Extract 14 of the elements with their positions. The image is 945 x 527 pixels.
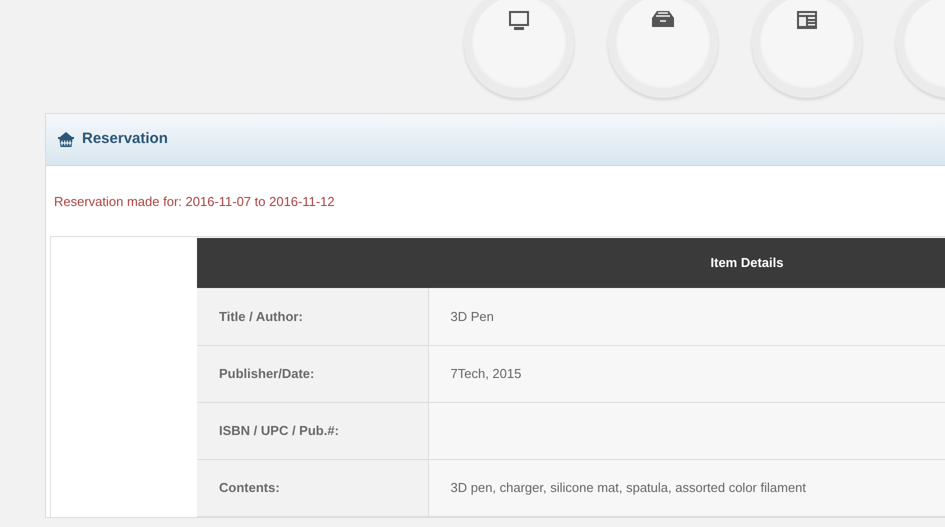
table-header: Item Details <box>197 238 945 288</box>
newspaper-icon <box>796 10 818 30</box>
drawer-icon <box>651 10 675 28</box>
field-value: 7Tech, 2015 <box>450 366 522 381</box>
field-value: 3D Pen <box>450 308 494 324</box>
field-label: Title / Author: <box>197 288 428 345</box>
basket-icon <box>58 132 74 147</box>
monitor-icon <box>508 10 530 32</box>
field-value: 3D pen, charger, silicone mat, spatula, assorted color filament <box>450 480 806 495</box>
field-label: Contents: <box>197 459 428 516</box>
field-label: ISBN / UPC / Pub.#: <box>197 402 428 459</box>
reservation-message: Reservation made for: 2016-11-07 to 2016-11-12 <box>54 194 335 209</box>
panel-title: Reservation <box>82 129 168 150</box>
field-label: Publisher/Date: <box>197 345 428 402</box>
